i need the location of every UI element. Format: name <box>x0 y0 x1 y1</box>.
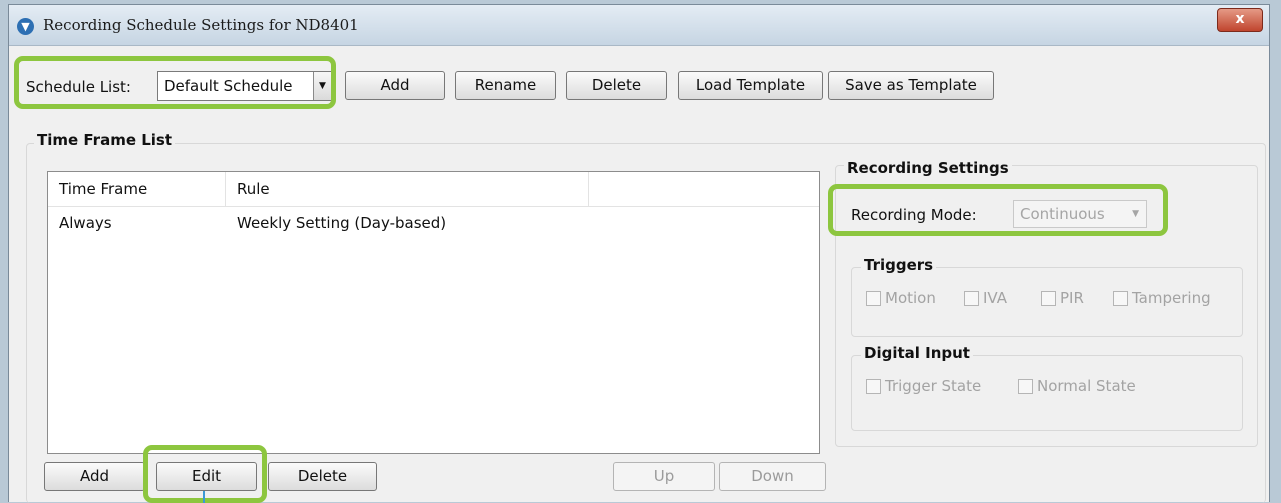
load-template-button[interactable]: Load Template <box>678 71 823 100</box>
triggers-title: Triggers <box>861 256 937 274</box>
move-down-button[interactable]: Down <box>719 462 826 491</box>
schedule-add-button[interactable]: Add <box>345 71 445 100</box>
trigger-state-label: Trigger State <box>885 377 982 395</box>
title-bar[interactable]: ▼ Recording Schedule Settings for ND8401… <box>9 5 1269 46</box>
timeframe-add-button[interactable]: Add <box>44 462 145 491</box>
text-cursor <box>203 491 205 503</box>
motion-label: Motion <box>885 289 936 307</box>
pir-label: PIR <box>1060 289 1084 307</box>
tampering-checkbox[interactable]: Tampering <box>1113 289 1211 307</box>
column-empty <box>589 172 819 206</box>
time-frame-list-title: Time Frame List <box>34 131 176 149</box>
window-title: Recording Schedule Settings for ND8401 <box>43 16 359 34</box>
schedule-list-select[interactable]: Default Schedule ▼ <box>157 71 332 101</box>
schedule-delete-button[interactable]: Delete <box>566 71 667 100</box>
timeframe-edit-button[interactable]: Edit <box>156 462 257 491</box>
recording-mode-label: Recording Mode: <box>851 206 977 224</box>
schedule-rename-button[interactable]: Rename <box>455 71 556 100</box>
cell-time-frame: Always <box>59 214 112 232</box>
motion-checkbox[interactable]: Motion <box>866 289 936 307</box>
cell-rule: Weekly Setting (Day-based) <box>237 214 447 232</box>
iva-checkbox[interactable]: IVA <box>964 289 1007 307</box>
time-frame-list[interactable]: Time Frame Rule Always Weekly Setting (D… <box>47 171 820 454</box>
normal-state-checkbox[interactable]: Normal State <box>1018 377 1136 395</box>
recording-mode-value: Continuous <box>1020 205 1105 223</box>
column-rule[interactable]: Rule <box>226 172 589 206</box>
move-up-button[interactable]: Up <box>613 462 715 491</box>
chevron-down-icon[interactable]: ▼ <box>313 72 331 100</box>
normal-state-label: Normal State <box>1037 377 1136 395</box>
digital-input-title: Digital Input <box>861 344 973 362</box>
trigger-state-checkbox[interactable]: Trigger State <box>866 377 981 395</box>
save-as-template-button[interactable]: Save as Template <box>828 71 994 100</box>
recording-mode-select[interactable]: Continuous ▼ <box>1013 200 1147 228</box>
schedule-list-label: Schedule List: <box>26 78 131 96</box>
chevron-down-icon: ▼ <box>1132 209 1139 219</box>
recording-schedule-window: ▼ Recording Schedule Settings for ND8401… <box>8 4 1270 503</box>
list-header: Time Frame Rule <box>48 172 819 207</box>
close-button[interactable]: x <box>1217 8 1263 32</box>
pir-checkbox[interactable]: PIR <box>1041 289 1084 307</box>
recording-settings-title: Recording Settings <box>844 159 1012 177</box>
schedule-list-value: Default Schedule <box>164 77 293 95</box>
column-time-frame[interactable]: Time Frame <box>48 172 226 206</box>
app-icon: ▼ <box>17 18 34 35</box>
tampering-label: Tampering <box>1132 289 1211 307</box>
timeframe-delete-button[interactable]: Delete <box>268 462 377 491</box>
iva-label: IVA <box>983 289 1007 307</box>
